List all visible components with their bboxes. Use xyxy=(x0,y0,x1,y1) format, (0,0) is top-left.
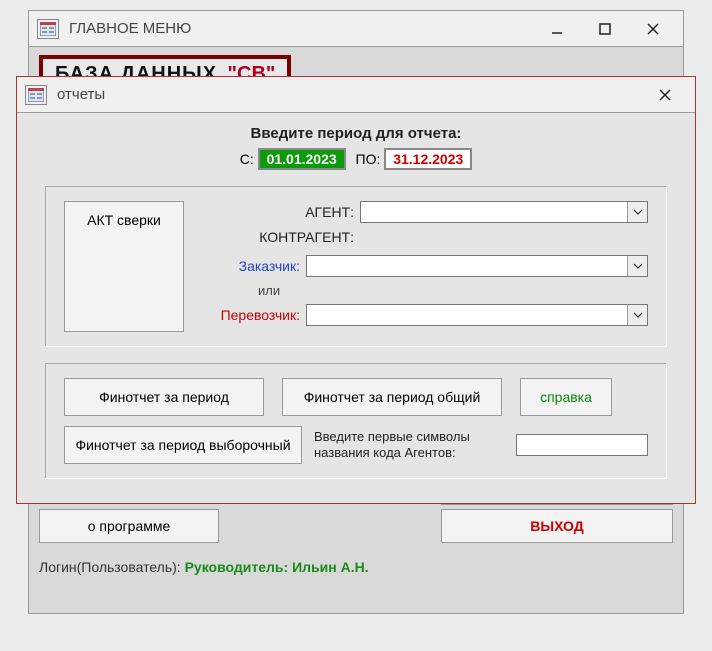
exit-button[interactable]: ВЫХОД xyxy=(441,509,673,543)
agent-label: АГЕНТ: xyxy=(204,204,354,220)
fin-period-button[interactable]: Финотчет за период xyxy=(64,378,264,416)
period-prompt: Введите период для отчета: xyxy=(45,125,667,142)
or-label: или xyxy=(258,283,280,298)
agent-code-prompt: Введите первые символы названия кода Аге… xyxy=(314,429,504,462)
to-label: ПО: xyxy=(356,151,381,167)
fin-period-total-button[interactable]: Финотчет за период общий xyxy=(282,378,502,416)
main-title: ГЛАВНОЕ МЕНЮ xyxy=(69,20,541,37)
about-button[interactable]: о программе xyxy=(39,509,219,543)
from-date-input[interactable]: 01.01.2023 xyxy=(258,148,346,170)
login-line: Логин(Пользователь): Руководитель: Ильин… xyxy=(39,559,673,575)
perevozchik-label: Перевозчик: xyxy=(204,307,300,323)
minimize-button[interactable] xyxy=(541,16,573,42)
fin-selective-button[interactable]: Финотчет за период выборочный xyxy=(64,426,302,464)
to-date-input[interactable]: 31.12.2023 xyxy=(384,148,472,170)
reports-title: отчеты xyxy=(57,86,649,103)
reports-titlebar: отчеты xyxy=(17,77,695,113)
login-value: Руководитель: Ильин А.Н. xyxy=(185,559,369,575)
chevron-down-icon xyxy=(627,305,647,325)
akt-sverki-button[interactable]: АКТ сверки xyxy=(64,201,184,332)
reports-window: отчеты Введите период для отчета: С: 01.… xyxy=(16,76,696,504)
chevron-down-icon xyxy=(627,256,647,276)
agent-code-input[interactable] xyxy=(516,434,648,456)
zakazchik-combo[interactable] xyxy=(306,255,648,277)
chevron-down-icon xyxy=(627,202,647,222)
from-label: С: xyxy=(240,151,254,167)
parties-section: АКТ сверки АГЕНТ: КОНТРАГЕНТ: Заказчик: xyxy=(45,186,667,347)
help-button[interactable]: справка xyxy=(520,378,612,416)
form-icon xyxy=(25,85,47,105)
close-button[interactable] xyxy=(637,16,669,42)
maximize-button[interactable] xyxy=(589,16,621,42)
zakazchik-label: Заказчик: xyxy=(204,258,300,274)
kontragent-label: КОНТРАГЕНТ: xyxy=(204,229,354,245)
close-button[interactable] xyxy=(649,82,681,108)
agent-combo[interactable] xyxy=(360,201,648,223)
finreport-section: Финотчет за период Финотчет за период об… xyxy=(45,363,667,479)
login-label: Логин(Пользователь): xyxy=(39,559,181,575)
form-icon xyxy=(37,19,59,39)
main-titlebar: ГЛАВНОЕ МЕНЮ xyxy=(29,11,683,47)
perevozchik-combo[interactable] xyxy=(306,304,648,326)
